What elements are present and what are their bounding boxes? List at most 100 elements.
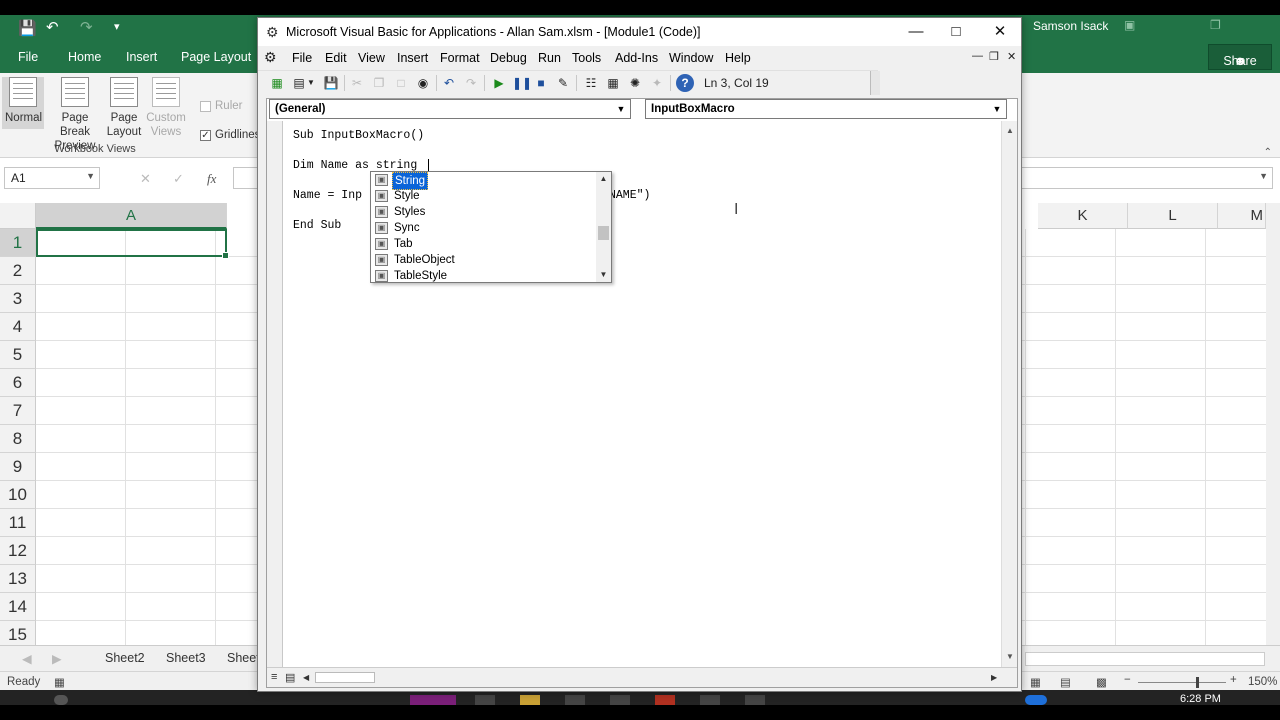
scroll-up-icon[interactable]: ▲ [1002,123,1018,139]
scroll-right-icon[interactable]: ▶ [991,673,997,682]
macro-record-icon[interactable]: ▦ [54,675,65,689]
worksheet-vertical-scrollbar[interactable] [1266,203,1280,661]
sheet-tab-sheet2[interactable]: Sheet2 [105,651,145,665]
mdi-restore-icon[interactable]: ❐ [989,50,999,63]
menu-add-ins[interactable]: Add-Ins [615,51,658,65]
restore-icon[interactable]: ❐ [1210,18,1221,32]
menu-run[interactable]: Run [538,51,561,65]
scroll-down-icon[interactable]: ▼ [596,268,611,282]
zoom-slider[interactable] [1138,682,1226,683]
row-header-11[interactable]: 11 [0,509,36,537]
column-header-a[interactable]: A [36,203,227,229]
taskbar-app-5[interactable] [610,695,630,705]
taskbar-app-6[interactable] [655,695,675,705]
zoom-out-icon[interactable]: − [1124,674,1131,686]
intellisense-item-tablestyle[interactable]: ▣ TableStyle [373,268,593,282]
row-header-4[interactable]: 4 [0,313,36,341]
view-excel-icon[interactable]: ▦ [268,74,286,92]
taskbar-search-icon[interactable] [54,695,68,705]
collapse-ribbon-icon[interactable]: ⌃ [1264,147,1272,158]
intellisense-item-string[interactable]: ▣ String [373,172,593,190]
code-vertical-scrollbar[interactable]: ▲ ▼ [1001,121,1017,667]
row-header-1[interactable]: 1 [0,229,36,257]
sheet-nav-prev-icon[interactable]: ◀ [22,651,32,666]
object-browser-icon[interactable]: ✺ [626,74,644,92]
properties-window-icon[interactable]: ▦ [604,74,622,92]
taskbar-app-1[interactable] [410,695,456,705]
menu-edit[interactable]: Edit [325,51,347,65]
menu-view[interactable]: View [358,51,385,65]
row-header-14[interactable]: 14 [0,593,36,621]
row-header-6[interactable]: 6 [0,369,36,397]
row-header-13[interactable]: 13 [0,565,36,593]
intellisense-scrollbar[interactable]: ▲ ▼ [596,172,611,282]
minimize-button[interactable]: — [896,21,936,43]
intellisense-list[interactable]: ▣ String ▣ Style ▣ Styles ▣ Sync ▣ Tab ▣ TableObjec… [370,171,612,283]
gridlines-checkbox[interactable]: ✓ Gridlines [200,129,260,141]
name-box[interactable]: A1 ▼ [4,167,100,189]
sheet-tab-sheet3[interactable]: Sheet3 [166,651,206,665]
object-combobox[interactable]: (General) ▼ [269,99,631,119]
maximize-button[interactable]: □ [936,21,976,43]
row-header-9[interactable]: 9 [0,453,36,481]
taskbar-app-9[interactable] [1025,695,1047,705]
row-header-5[interactable]: 5 [0,341,36,369]
zoom-slider-thumb[interactable] [1196,677,1199,688]
column-header-l[interactable]: L [1128,203,1218,229]
run-icon[interactable]: ▶ [490,74,508,92]
taskbar-app-3[interactable] [520,695,540,705]
code-horizontal-scrollbar[interactable]: ≡ ▤ ◀ ▶ [267,667,1017,687]
tab-file[interactable]: File [18,50,38,64]
break-icon[interactable]: ❚❚ [512,74,532,92]
row-header-2[interactable]: 2 [0,257,36,285]
ribbon-display-icon[interactable]: ▣ [1124,18,1135,32]
procedure-combobox[interactable]: InputBoxMacro ▼ [645,99,1007,119]
ruler-checkbox[interactable]: Ruler [200,100,242,112]
reset-icon[interactable]: ■ [532,74,550,92]
find-icon[interactable]: ◉ [414,74,432,92]
intellisense-item-tab[interactable]: ▣ Tab [373,236,593,252]
row-header-7[interactable]: 7 [0,397,36,425]
menu-debug[interactable]: Debug [490,51,527,65]
customize-qat-icon[interactable]: ▾ [114,20,120,33]
full-module-view-icon[interactable]: ▤ [285,671,295,684]
intellisense-item-styles[interactable]: ▣ Styles [373,204,593,220]
intellisense-item-tableobject[interactable]: ▣ TableObject [373,252,593,268]
taskbar-app-7[interactable] [700,695,720,705]
help-icon[interactable]: ? [676,74,694,92]
enter-icon[interactable]: ✓ [173,171,184,187]
mdi-close-icon[interactable]: ✕ [1007,50,1016,63]
row-header-3[interactable]: 3 [0,285,36,313]
scroll-up-icon[interactable]: ▲ [596,172,611,186]
custom-views-button[interactable]: Custom Views [144,77,188,139]
tab-insert[interactable]: Insert [126,50,157,64]
menu-format[interactable]: Format [440,51,480,65]
row-header-10[interactable]: 10 [0,481,36,509]
scroll-down-icon[interactable]: ▼ [1002,649,1018,665]
insert-function-icon[interactable]: fx [207,171,216,187]
select-all-corner[interactable] [0,203,36,229]
taskbar-clock[interactable]: 6:28 PM [1180,693,1221,705]
menu-window[interactable]: Window [669,51,713,65]
active-cell-a1[interactable] [36,229,229,259]
mdi-minimize-icon[interactable]: — [972,50,983,62]
insert-dropdown-icon[interactable]: ▼ [306,74,316,92]
taskbar-app-2[interactable] [475,695,495,705]
row-header-12[interactable]: 12 [0,537,36,565]
sheet-tab-sheet[interactable]: Sheet [227,651,260,665]
normal-view-button[interactable]: Normal [2,77,44,129]
worksheet-horizontal-scrollbar[interactable] [1025,652,1265,666]
design-mode-icon[interactable]: ✎ [554,74,572,92]
tab-page-layout[interactable]: Page Layout [181,50,251,64]
intellisense-item-style[interactable]: ▣ Style [373,188,593,204]
tab-home[interactable]: Home [68,50,101,64]
sheet-nav-next-icon[interactable]: ▶ [52,651,62,666]
intellisense-scroll-thumb[interactable] [598,226,609,240]
margin-indicator-bar[interactable] [267,121,283,667]
close-button[interactable]: ✕ [980,21,1020,43]
cancel-icon[interactable]: ✕ [140,171,151,187]
menu-tools[interactable]: Tools [572,51,601,65]
taskbar-app-8[interactable] [745,695,765,705]
toolbar-options-icon[interactable] [870,71,880,95]
normal-view-status-icon[interactable]: ▦ [1030,675,1041,689]
